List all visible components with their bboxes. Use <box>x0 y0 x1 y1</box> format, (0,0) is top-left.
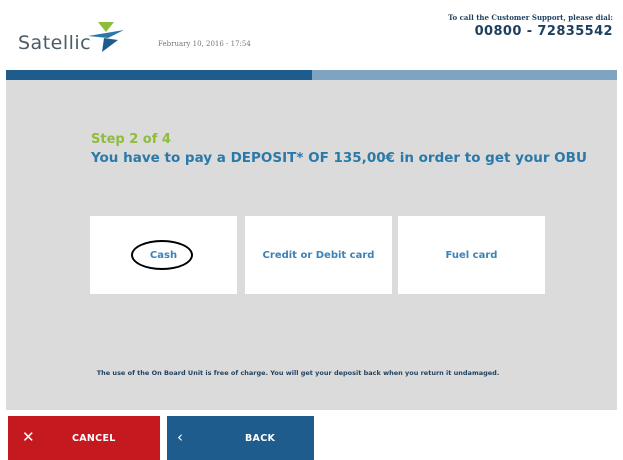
close-icon: ✕ <box>22 428 35 446</box>
payment-option-cash[interactable]: Cash <box>90 216 237 294</box>
payment-option-credit-debit-card[interactable]: Credit or Debit card <box>245 216 392 294</box>
cancel-button[interactable]: ✕ CANCEL <box>8 416 160 460</box>
step-indicator: Step 2 of 4 <box>91 132 171 147</box>
chevron-left-icon: ‹ <box>177 428 183 446</box>
support-label: To call the Customer Support, please dia… <box>448 13 613 22</box>
main-panel: Step 2 of 4 You have to pay a DEPOSIT* O… <box>6 80 617 410</box>
back-label: BACK <box>245 433 276 444</box>
option-label-card: Credit or Debit card <box>262 249 375 261</box>
option-label-fuel: Fuel card <box>445 249 498 261</box>
back-button[interactable]: ‹ BACK <box>167 416 314 460</box>
customer-support: To call the Customer Support, please dia… <box>448 13 613 39</box>
payment-option-fuel-card[interactable]: Fuel card <box>398 216 545 294</box>
deposit-note: The use of the On Board Unit is free of … <box>96 369 500 377</box>
date-time: February 10, 2016 - 17:54 <box>158 40 251 48</box>
deposit-instruction: You have to pay a DEPOSIT* OF 135,00€ in… <box>91 150 587 166</box>
progress-bar <box>6 70 617 80</box>
highlight-oval <box>131 240 193 270</box>
header: Satellic February 10, 2016 - 17:54 To ca… <box>0 0 623 68</box>
support-phone: 00800 - 72835542 <box>474 24 613 39</box>
progress-fill <box>6 70 312 80</box>
satellic-logo-icon <box>88 22 124 52</box>
cancel-label: CANCEL <box>72 433 116 444</box>
logo-text: Satellic <box>18 32 92 54</box>
